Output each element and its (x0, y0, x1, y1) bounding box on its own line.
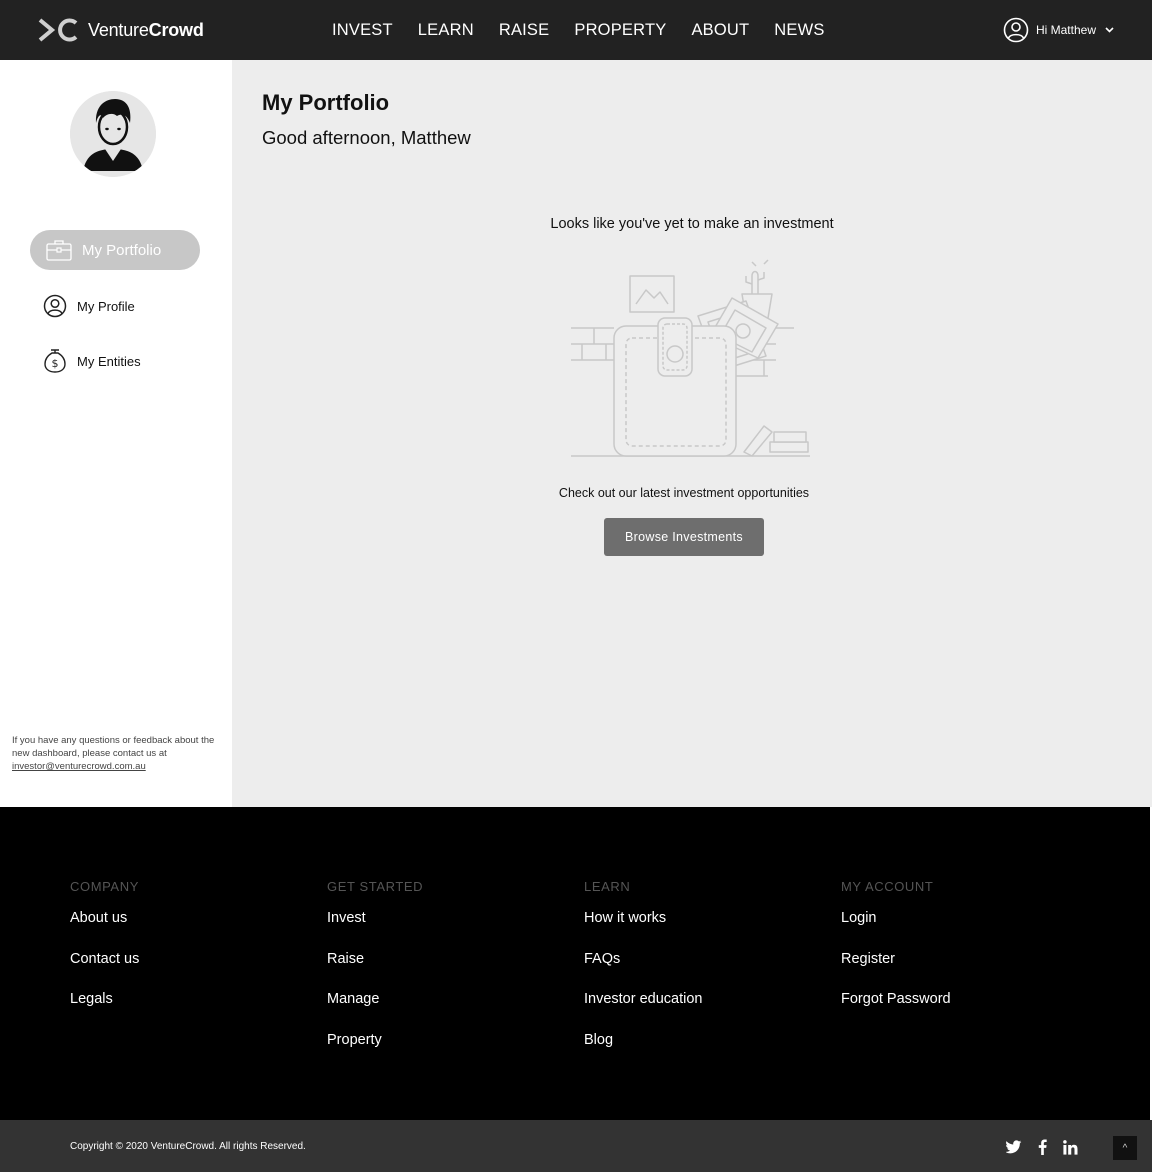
footer-link-legals[interactable]: Legals (70, 991, 139, 1010)
copyright-text: Copyright © 2020 VentureCrowd. All right… (70, 1141, 306, 1152)
money-bag-icon: $ (42, 348, 68, 374)
footer-heading: GET STARTED (327, 879, 424, 894)
browse-investments-button[interactable]: Browse Investments (604, 518, 764, 556)
chevron-down-icon (1105, 27, 1114, 33)
footer-link-blog[interactable]: Blog (584, 1032, 703, 1051)
sidebar-item-label: My Profile (77, 298, 135, 314)
svg-text:$: $ (52, 357, 59, 370)
empty-state-heading: Looks like you've yet to make an investm… (550, 216, 834, 232)
footer-link-forgot-password[interactable]: Forgot Password (841, 991, 951, 1010)
footer-link-manage[interactable]: Manage (327, 991, 423, 1010)
nav-property[interactable]: PROPERTY (574, 21, 666, 40)
page-title: My Portfolio (262, 90, 390, 115)
sidebar-item-profile[interactable]: My Profile (30, 286, 200, 326)
user-circle-icon (1003, 17, 1029, 43)
sidebar-item-entities[interactable]: $ My Entities (30, 341, 200, 381)
linkedin-icon[interactable] (1060, 1137, 1080, 1157)
footer-link-faqs[interactable]: FAQs (584, 951, 703, 970)
avatar (70, 91, 156, 177)
footer-link-register[interactable]: Register (841, 951, 951, 970)
footer-link-investor-education[interactable]: Investor education (584, 991, 703, 1010)
user-avatar-icon (70, 91, 156, 177)
user-greeting: Hi Matthew (1035, 23, 1096, 37)
nav-learn[interactable]: LEARN (418, 21, 474, 40)
greeting: Good afternoon, Matthew (262, 127, 471, 148)
footer-bottom-bar: Copyright © 2020 VentureCrowd. All right… (0, 1120, 1152, 1172)
user-circle-icon (42, 293, 68, 319)
chevron-up-icon: ^ (1122, 1142, 1128, 1154)
twitter-icon[interactable] (1004, 1137, 1024, 1157)
briefcase-icon (46, 237, 72, 263)
sidebar-item-portfolio[interactable]: My Portfolio (30, 230, 200, 270)
footer-column-my-account: MY ACCOUNT Login Register Forgot Passwor… (841, 879, 951, 1032)
feedback-note-text: If you have any questions or feedback ab… (12, 735, 215, 759)
footer-heading: LEARN (584, 879, 631, 894)
main-content: My Portfolio Good afternoon, Matthew Loo… (232, 60, 1152, 807)
logo-wordmark: VentureCrowd (88, 19, 204, 40)
footer-column-learn: LEARN How it works FAQs Investor educati… (584, 879, 703, 1072)
footer-column-company: COMPANY About us Contact us Legals (70, 879, 139, 1032)
scroll-to-top-button[interactable]: ^ (1113, 1136, 1137, 1160)
sidebar-item-label: My Portfolio (82, 241, 162, 259)
footer-column-get-started: GET STARTED Invest Raise Manage Property (327, 879, 423, 1072)
empty-wallet-illustration (571, 259, 810, 457)
social-links (1004, 1137, 1088, 1157)
top-header: VentureCrowd INVEST LEARN RAISE PROPERTY… (0, 0, 1152, 60)
nav-invest[interactable]: INVEST (332, 21, 393, 40)
feedback-email-link[interactable]: investor@venturecrowd.com.au (12, 761, 146, 772)
logo-mark-icon (38, 18, 78, 42)
feedback-note: If you have any questions or feedback ab… (12, 734, 222, 773)
main-nav: INVEST LEARN RAISE PROPERTY ABOUT NEWS (332, 0, 850, 60)
footer-heading: COMPANY (70, 879, 139, 894)
footer-link-property[interactable]: Property (327, 1032, 423, 1051)
user-menu[interactable]: Hi Matthew (1003, 17, 1114, 43)
footer-link-login[interactable]: Login (841, 910, 951, 929)
nav-news[interactable]: NEWS (774, 21, 824, 40)
footer-link-about[interactable]: About us (70, 910, 139, 929)
sidebar-item-label: My Entities (77, 353, 141, 369)
footer: COMPANY About us Contact us Legals GET S… (0, 807, 1150, 1120)
footer-link-how-it-works[interactable]: How it works (584, 910, 703, 929)
footer-heading: MY ACCOUNT (841, 879, 934, 894)
sidebar: My Portfolio My Profile $ My Entities If… (0, 60, 232, 807)
cta-text: Check out our latest investment opportun… (558, 486, 810, 500)
footer-link-invest[interactable]: Invest (327, 910, 423, 929)
footer-link-contact[interactable]: Contact us (70, 951, 139, 970)
nav-raise[interactable]: RAISE (499, 21, 550, 40)
footer-link-raise[interactable]: Raise (327, 951, 423, 970)
facebook-icon[interactable] (1032, 1137, 1052, 1157)
venturecrowd-logo[interactable]: VentureCrowd (38, 15, 204, 45)
nav-about[interactable]: ABOUT (691, 21, 749, 40)
